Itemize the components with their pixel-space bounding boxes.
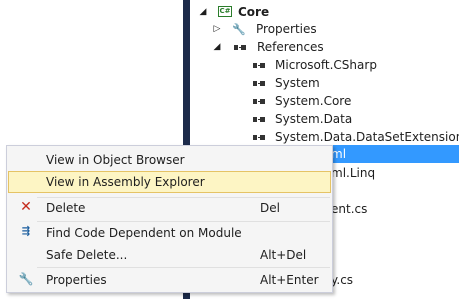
tree-item-reference[interactable]: System.Data: [253, 110, 458, 128]
expanded-arrow-icon[interactable]: ◢: [198, 3, 208, 21]
tree-item-label: System: [275, 76, 320, 90]
menu-separator: [37, 267, 330, 268]
menu-item-label: Safe Delete...: [46, 248, 128, 262]
tree-item-label: System.Data: [275, 112, 353, 126]
tree-item-label: ent.cs: [331, 202, 368, 216]
tree-item-label: System.Data.DataSetExtensions: [275, 130, 459, 144]
collapsed-arrow-icon[interactable]: ▷: [212, 20, 222, 38]
context-menu: View in Object Browser View in Assembly …: [6, 145, 333, 293]
tree-item-label: Core: [238, 5, 270, 19]
tree-item-reference[interactable]: Microsoft.CSharp: [253, 56, 458, 74]
assembly-reference-icon: [253, 81, 265, 86]
tree-item-properties[interactable]: ▷ 🔧 Properties: [212, 20, 458, 38]
menu-item-find-code-dependent[interactable]: ⇶ Find Code Dependent on Module: [8, 222, 331, 244]
tree-item-label: Properties: [256, 22, 317, 36]
tree-item-references[interactable]: ◢ References: [212, 38, 458, 56]
tree-item-label: ml: [331, 147, 347, 161]
wrench-icon: 🔧: [232, 23, 246, 36]
menu-item-view-in-object-browser[interactable]: View in Object Browser: [8, 149, 331, 171]
tree-item-partial[interactable]: ml.Linq: [331, 164, 458, 182]
assembly-reference-icon: [253, 63, 265, 68]
menu-item-label: Find Code Dependent on Module: [46, 226, 242, 240]
tree-item-reference[interactable]: System.Core: [253, 92, 458, 110]
tree-item-partial[interactable]: ent.cs: [331, 200, 458, 218]
menu-item-properties[interactable]: 🔧 Properties Alt+Enter: [8, 269, 331, 291]
assembly-reference-icon: [253, 117, 265, 122]
tree-item-reference[interactable]: System: [253, 74, 458, 92]
tree-item-label: ml.Linq: [331, 166, 376, 180]
menu-item-shortcut: Alt+Enter: [260, 273, 319, 287]
tree-item-label: System.Core: [275, 94, 352, 108]
wrench-icon: 🔧: [18, 272, 34, 286]
menu-item-label: View in Object Browser: [46, 153, 185, 167]
menu-item-label: Properties: [46, 273, 107, 287]
find-dependent-icon: ⇶: [21, 226, 31, 237]
csharp-project-icon: C#: [218, 6, 232, 17]
tree-item-partial[interactable]: y.cs: [331, 271, 458, 289]
references-icon: [234, 45, 246, 50]
menu-item-label: View in Assembly Explorer: [46, 175, 205, 189]
assembly-reference-icon: [253, 99, 265, 104]
tree-item-core-project[interactable]: ◢ C# Core: [198, 3, 458, 21]
menu-item-shortcut: Del: [260, 201, 280, 215]
tree-item-label: References: [257, 40, 324, 54]
menu-item-delete[interactable]: ✕ Delete Del: [8, 197, 331, 219]
delete-icon: ✕: [20, 199, 32, 215]
expanded-arrow-icon[interactable]: ◢: [212, 38, 222, 56]
tree-item-reference[interactable]: System.Data.DataSetExtensions: [253, 128, 459, 146]
assembly-reference-icon: [253, 135, 265, 140]
tree-item-label: Microsoft.CSharp: [275, 58, 377, 72]
menu-item-view-in-assembly-explorer[interactable]: View in Assembly Explorer: [8, 171, 331, 193]
menu-item-shortcut: Alt+Del: [260, 248, 307, 262]
tree-item-label: y.cs: [331, 273, 354, 287]
menu-item-safe-delete[interactable]: Safe Delete... Alt+Del: [8, 244, 331, 266]
menu-item-label: Delete: [46, 201, 86, 215]
